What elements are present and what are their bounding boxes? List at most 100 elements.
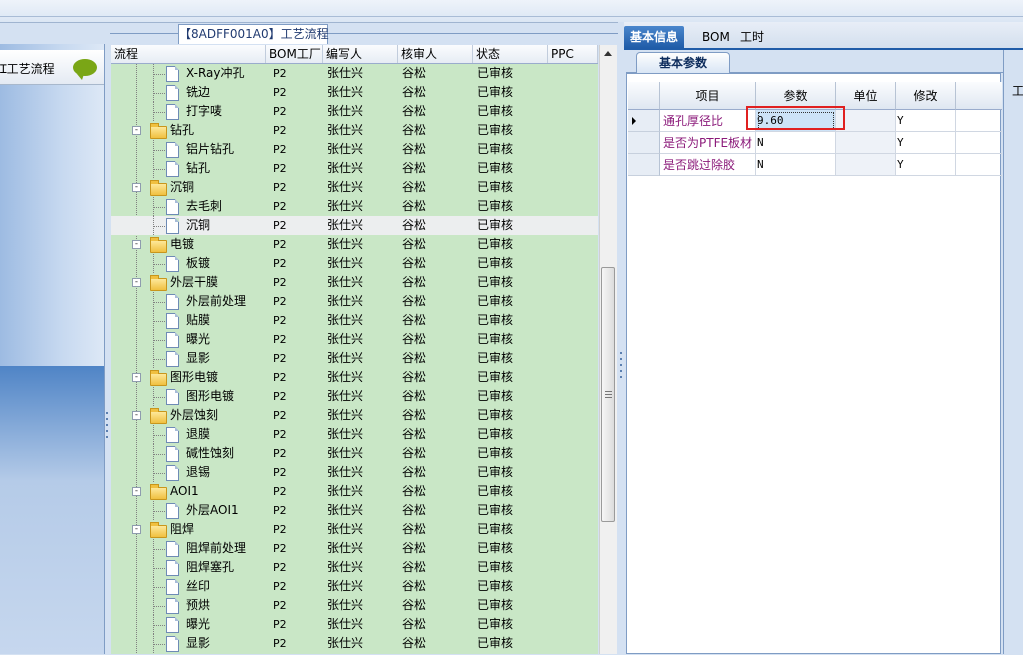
table-row[interactable]: 丝印 P2 张仕兴 谷松 已审核 [111, 577, 598, 596]
grid-vertical-scrollbar[interactable] [599, 45, 617, 654]
tab-basic-info[interactable]: 基本信息 [624, 26, 685, 48]
table-row[interactable]: X-Ray冲孔 P2 张仕兴 谷松 已审核 [111, 64, 598, 83]
writer-cell: 张仕兴 [327, 351, 364, 365]
param-modify-cell[interactable]: Y [896, 110, 956, 132]
collapse-toggle-icon[interactable]: - [132, 126, 141, 135]
table-row[interactable]: 外层前处理 P2 张仕兴 谷松 已审核 [111, 292, 598, 311]
param-item-cell[interactable]: 是否跳过除胶 [660, 154, 756, 176]
writer-cell: 张仕兴 [327, 503, 364, 517]
writer-cell: 张仕兴 [327, 161, 364, 175]
status-cell: 已审核 [477, 256, 514, 270]
col-header-flow[interactable]: 流程 [111, 45, 266, 63]
col-header-bom[interactable]: BOM工厂 [266, 45, 323, 63]
tab-basic-params[interactable]: 基本参数 [636, 52, 730, 73]
table-row[interactable]: 沉铜 P2 张仕兴 谷松 已审核 [111, 216, 598, 235]
collapse-toggle-icon[interactable]: - [132, 525, 141, 534]
param-modify-cell[interactable]: Y [896, 154, 956, 176]
table-row[interactable]: - 阻焊 P2 张仕兴 谷松 已审核 [111, 520, 598, 539]
param-unit-cell[interactable] [836, 154, 896, 176]
tree-connector-line [153, 93, 165, 94]
middle-splitter[interactable] [618, 22, 624, 654]
scrollbar-thumb[interactable] [601, 267, 615, 522]
nav-item-process-flow[interactable]: Ɪ工艺流程 [0, 50, 104, 85]
detail-tab-bar: 基本信息 BOM 工时 [624, 22, 1023, 50]
tab-bom[interactable]: BOM [696, 26, 736, 48]
row-indicator[interactable] [628, 110, 660, 132]
table-row[interactable]: 去毛刺 P2 张仕兴 谷松 已审核 [111, 197, 598, 216]
collapse-toggle-icon[interactable]: - [132, 240, 141, 249]
current-row-arrow-icon [632, 117, 636, 125]
reviewer-cell: 谷松 [402, 408, 427, 422]
table-row[interactable]: - AOI1 P2 张仕兴 谷松 已审核 [111, 482, 598, 501]
collapse-toggle-icon[interactable]: - [132, 183, 141, 192]
table-row[interactable]: 退膜 P2 张仕兴 谷松 已审核 [111, 425, 598, 444]
col-header-writer[interactable]: 编写人 [323, 45, 398, 63]
param-item-cell[interactable]: 通孔厚径比 [660, 110, 756, 132]
bom-cell: P2 [273, 542, 287, 555]
writer-cell: 张仕兴 [327, 636, 364, 650]
table-row[interactable]: 曝光 P2 张仕兴 谷松 已审核 [111, 330, 598, 349]
table-row[interactable]: 显影 P2 张仕兴 谷松 已审核 [111, 634, 598, 653]
right-collapsed-panel[interactable]: 工 [1003, 50, 1023, 654]
col-header-status[interactable]: 状态 [473, 45, 548, 63]
tree-connector-line [153, 511, 165, 512]
table-row[interactable]: - 外层蚀刻 P2 张仕兴 谷松 已审核 [111, 406, 598, 425]
param-header-item[interactable]: 项目 [660, 82, 756, 110]
table-row[interactable]: - 钻孔 P2 张仕兴 谷松 已审核 [111, 121, 598, 140]
table-row[interactable]: 退锡 P2 张仕兴 谷松 已审核 [111, 463, 598, 482]
table-row[interactable]: 铣边 P2 张仕兴 谷松 已审核 [111, 83, 598, 102]
col-header-ppc[interactable]: PPC [548, 45, 598, 63]
speech-bubble-icon[interactable] [73, 59, 97, 80]
collapse-toggle-icon[interactable]: - [132, 411, 141, 420]
param-header-unit[interactable]: 单位 [836, 82, 896, 110]
table-row[interactable]: 预烘 P2 张仕兴 谷松 已审核 [111, 596, 598, 615]
table-row[interactable]: - 外层干膜 P2 张仕兴 谷松 已审核 [111, 273, 598, 292]
table-row[interactable]: 显影 P2 张仕兴 谷松 已审核 [111, 349, 598, 368]
table-row[interactable]: 打字唛 P2 张仕兴 谷松 已审核 [111, 102, 598, 121]
collapse-toggle-icon[interactable]: - [132, 373, 141, 382]
table-row[interactable]: 碱性蚀刻 P2 张仕兴 谷松 已审核 [111, 444, 598, 463]
status-cell: 已审核 [477, 218, 514, 232]
param-value-cell[interactable]: N [756, 154, 836, 176]
document-icon [166, 66, 179, 82]
status-cell: 已审核 [477, 294, 514, 308]
writer-cell: 张仕兴 [327, 408, 364, 422]
table-row[interactable]: 钻孔 P2 张仕兴 谷松 已审核 [111, 159, 598, 178]
bom-cell: P2 [273, 352, 287, 365]
tab-work-hours[interactable]: 工时 [734, 26, 770, 48]
process-tree-grid[interactable]: X-Ray冲孔 P2 张仕兴 谷松 已审核 铣边 P2 张仕兴 谷松 已审核 打字唛 P2 张仕兴 谷松已… [111, 64, 598, 654]
reviewer-cell: 谷松 [402, 465, 427, 479]
param-row[interactable]: 是否为PTFE板材 N Y [628, 132, 1002, 154]
row-indicator[interactable] [628, 132, 660, 154]
status-cell: 已审核 [477, 161, 514, 175]
status-cell: 已审核 [477, 408, 514, 422]
collapse-toggle-icon[interactable]: - [132, 278, 141, 287]
table-row[interactable]: 板镀 P2 张仕兴 谷松 已审核 [111, 254, 598, 273]
param-value-cell[interactable]: N [756, 132, 836, 154]
scroll-up-arrow-icon[interactable] [604, 51, 612, 56]
reviewer-cell: 谷松 [402, 503, 427, 517]
collapse-toggle-icon[interactable]: - [132, 487, 141, 496]
table-row[interactable]: 铝片钻孔 P2 张仕兴 谷松 已审核 [111, 140, 598, 159]
table-row[interactable]: - 电镀 P2 张仕兴 谷松 已审核 [111, 235, 598, 254]
param-row[interactable]: 是否跳过除胶 N Y [628, 154, 1002, 176]
col-header-reviewer[interactable]: 核审人 [398, 45, 473, 63]
table-row[interactable]: 外层AOI1 P2 张仕兴 谷松 已审核 [111, 501, 598, 520]
reviewer-cell: 谷松 [402, 104, 427, 118]
highlight-annotation [746, 106, 845, 130]
param-modify-cell[interactable]: Y [896, 132, 956, 154]
table-row[interactable]: - 沉铜 P2 张仕兴 谷松 已审核 [111, 178, 598, 197]
row-indicator[interactable] [628, 154, 660, 176]
table-row[interactable]: 阻焊前处理 P2 张仕兴 谷松 已审核 [111, 539, 598, 558]
table-row[interactable]: 图形电镀 P2 张仕兴 谷松 已审核 [111, 387, 598, 406]
status-cell: 已审核 [477, 370, 514, 384]
param-unit-cell[interactable] [836, 110, 896, 132]
table-row[interactable]: - 图形电镀 P2 张仕兴 谷松 已审核 [111, 368, 598, 387]
table-row[interactable]: 阻焊塞孔 P2 张仕兴 谷松 已审核 [111, 558, 598, 577]
document-icon [166, 389, 179, 405]
table-row[interactable]: 曝光 P2 张仕兴 谷松 已审核 [111, 615, 598, 634]
param-unit-cell[interactable] [836, 132, 896, 154]
table-row[interactable]: 贴膜 P2 张仕兴 谷松 已审核 [111, 311, 598, 330]
param-item-cell[interactable]: 是否为PTFE板材 [660, 132, 756, 154]
param-header-modify[interactable]: 修改 [896, 82, 956, 110]
